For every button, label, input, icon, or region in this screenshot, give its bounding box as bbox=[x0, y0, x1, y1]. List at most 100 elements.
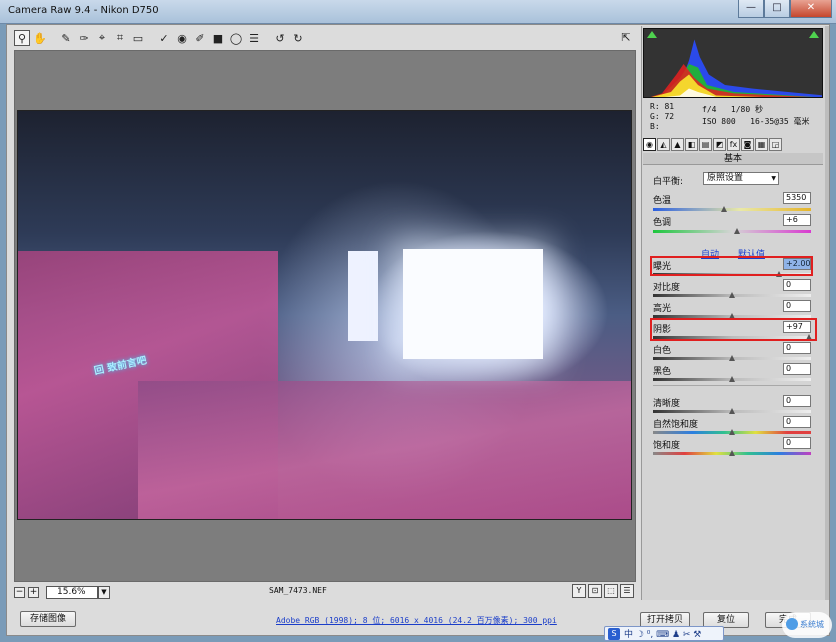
tint-field[interactable]: +6 bbox=[783, 214, 811, 226]
view-options-icon[interactable]: ☰ bbox=[620, 584, 634, 598]
vibrance-slider[interactable] bbox=[653, 428, 811, 435]
spot-removal-icon[interactable]: ✓ bbox=[156, 30, 172, 46]
tool-strip: ⚲ ✋ ✎ ✑ ⌖ ⌗ ▭ ✓ ◉ ✐ ■ ◯ ☰ ↺ ↻ bbox=[12, 28, 636, 48]
swap-view-icon[interactable]: ⊡ bbox=[588, 584, 602, 598]
zoom-level-field[interactable]: 15.6% bbox=[46, 585, 98, 599]
crop-icon[interactable]: ⌗ bbox=[112, 30, 128, 46]
effects-tab-icon[interactable]: fx bbox=[727, 138, 740, 151]
basic-tab-icon[interactable]: ◉ bbox=[643, 138, 656, 151]
close-button[interactable]: ✕ bbox=[790, 0, 832, 18]
fullscreen-icon[interactable]: ⇱ bbox=[618, 30, 634, 44]
presets-list-icon[interactable]: ☰ bbox=[246, 30, 262, 46]
stage-side-screen bbox=[348, 251, 378, 341]
aperture-shutter: f/4 1/80 秒 bbox=[702, 105, 763, 114]
window-title: Camera Raw 9.4 - Nikon D750 bbox=[8, 5, 159, 16]
vibrance-slider-thumb[interactable] bbox=[729, 428, 736, 435]
chevron-down-icon[interactable]: ▼ bbox=[98, 585, 110, 599]
snapshots-tab-icon[interactable]: ◲ bbox=[769, 138, 782, 151]
presets-tab-icon[interactable]: ▦ bbox=[755, 138, 768, 151]
maximize-button[interactable]: □ bbox=[764, 0, 790, 18]
panel-scrollbar[interactable] bbox=[825, 26, 829, 600]
save-image-button[interactable]: 存储图像 bbox=[20, 611, 76, 627]
whites-slider-thumb[interactable] bbox=[729, 354, 736, 361]
histogram bbox=[643, 28, 823, 98]
stage-screen bbox=[403, 249, 543, 359]
copy-settings-icon[interactable]: ⬚ bbox=[604, 584, 618, 598]
ime-status[interactable]: 中 ☽ ⁰, ⌨ ♟ ✂ ⚒ bbox=[624, 627, 701, 640]
view-mode-icons: Y ⊡ ⬚ ☰ bbox=[572, 584, 634, 598]
title-bar: Camera Raw 9.4 - Nikon D750 — □ ✕ bbox=[0, 0, 836, 24]
contrast-field[interactable]: 0 bbox=[783, 279, 811, 291]
whites-slider[interactable] bbox=[653, 354, 811, 361]
hand-icon[interactable]: ✋ bbox=[32, 30, 48, 46]
highlight-clipping-icon[interactable] bbox=[809, 31, 819, 38]
zoom-in-button[interactable]: + bbox=[28, 586, 39, 598]
adjustment-brush-icon[interactable]: ✐ bbox=[192, 30, 208, 46]
toolbar-separator bbox=[148, 30, 154, 46]
shadow-clipping-icon[interactable] bbox=[647, 31, 657, 38]
tone-curve-tab-icon[interactable]: ◭ bbox=[657, 138, 670, 151]
exposure-highlight-box bbox=[650, 256, 813, 276]
detail-tab-icon[interactable]: ▲ bbox=[671, 138, 684, 151]
window-controls: — □ ✕ bbox=[738, 0, 832, 20]
split-toning-tab-icon[interactable]: ▤ bbox=[699, 138, 712, 151]
blacks-slider-thumb[interactable] bbox=[729, 375, 736, 382]
saturation-field[interactable]: 0 bbox=[783, 437, 811, 449]
clarity-slider-thumb[interactable] bbox=[729, 407, 736, 414]
whites-label: 白色 bbox=[653, 346, 672, 356]
file-name: SAM_7473.NEF bbox=[269, 586, 327, 595]
saturation-label: 饱和度 bbox=[653, 441, 681, 451]
basic-section-header: 基本 bbox=[643, 153, 823, 165]
ime-toolbar[interactable]: S 中 ☽ ⁰, ⌨ ♟ ✂ ⚒ bbox=[604, 626, 724, 641]
contrast-slider[interactable] bbox=[653, 291, 811, 298]
toolbar-separator bbox=[50, 30, 56, 46]
tint-label: 色调 bbox=[653, 218, 672, 228]
blacks-field[interactable]: 0 bbox=[783, 363, 811, 375]
tint-row: 色调 +6 bbox=[653, 214, 811, 228]
temp-slider[interactable] bbox=[653, 205, 811, 212]
hsl-tab-icon[interactable]: ◧ bbox=[685, 138, 698, 151]
rotate-right-icon[interactable]: ↻ bbox=[290, 30, 306, 46]
ime-logo-icon: S bbox=[608, 627, 620, 640]
tint-slider-thumb[interactable] bbox=[733, 227, 741, 234]
red-eye-icon[interactable]: ◉ bbox=[174, 30, 190, 46]
crowd-bottom-region bbox=[138, 381, 631, 519]
saturation-slider[interactable] bbox=[653, 449, 811, 456]
lens-corrections-tab-icon[interactable]: ◩ bbox=[713, 138, 726, 151]
color-sampler-icon[interactable]: ✑ bbox=[76, 30, 92, 46]
targeted-adjust-icon[interactable]: ⌖ bbox=[94, 30, 110, 46]
site-watermark: 系统城 bbox=[782, 612, 832, 638]
highlights-label: 高光 bbox=[653, 304, 672, 314]
clarity-slider[interactable] bbox=[653, 407, 811, 414]
straighten-icon[interactable]: ▭ bbox=[130, 30, 146, 46]
saturation-slider-thumb[interactable] bbox=[729, 449, 736, 456]
clarity-field[interactable]: 0 bbox=[783, 395, 811, 407]
white-balance-select[interactable]: 原照设置 bbox=[703, 172, 779, 185]
contrast-slider-thumb[interactable] bbox=[729, 291, 736, 298]
before-after-icon[interactable]: Y bbox=[572, 584, 586, 598]
radial-filter-icon[interactable]: ◯ bbox=[228, 30, 244, 46]
blacks-slider[interactable] bbox=[653, 375, 811, 382]
temp-slider-thumb[interactable] bbox=[721, 205, 728, 212]
preview-status-bar: − + 15.6% ▼ SAM_7473.NEF Y ⊡ ⬚ ☰ bbox=[14, 584, 636, 600]
camera-calibration-tab-icon[interactable]: ◙ bbox=[741, 138, 754, 151]
contrast-label: 对比度 bbox=[653, 283, 681, 293]
panel-tabs: ◉ ◭ ▲ ◧ ▤ ◩ fx ◙ ▦ ◲ bbox=[643, 138, 823, 152]
minimize-button[interactable]: — bbox=[738, 0, 764, 18]
white-balance-icon[interactable]: ✎ bbox=[58, 30, 74, 46]
workflow-options-link[interactable]: Adobe RGB (1998); 8 位; 6016 x 4016 (24.2… bbox=[276, 615, 557, 626]
vibrance-field[interactable]: 0 bbox=[783, 416, 811, 428]
whites-field[interactable]: 0 bbox=[783, 342, 811, 354]
rotate-left-icon[interactable]: ↺ bbox=[272, 30, 288, 46]
shadows-highlight-box bbox=[650, 318, 817, 341]
temp-row: 色温 5350 bbox=[653, 192, 811, 206]
graduated-filter-icon[interactable]: ■ bbox=[210, 30, 226, 46]
zoom-out-button[interactable]: − bbox=[14, 586, 25, 598]
temp-field[interactable]: 5350 bbox=[783, 192, 811, 204]
pixel-readout: R: 81 G: 72 B: f/4 1/80 秒 ISO 800 16-35@… bbox=[650, 102, 820, 136]
zoom-icon[interactable]: ⚲ bbox=[14, 30, 30, 46]
toolbar-separator bbox=[264, 30, 270, 46]
preview-image[interactable]: 回 致前言吧 bbox=[17, 110, 632, 520]
highlights-field[interactable]: 0 bbox=[783, 300, 811, 312]
tint-slider[interactable] bbox=[653, 227, 811, 234]
